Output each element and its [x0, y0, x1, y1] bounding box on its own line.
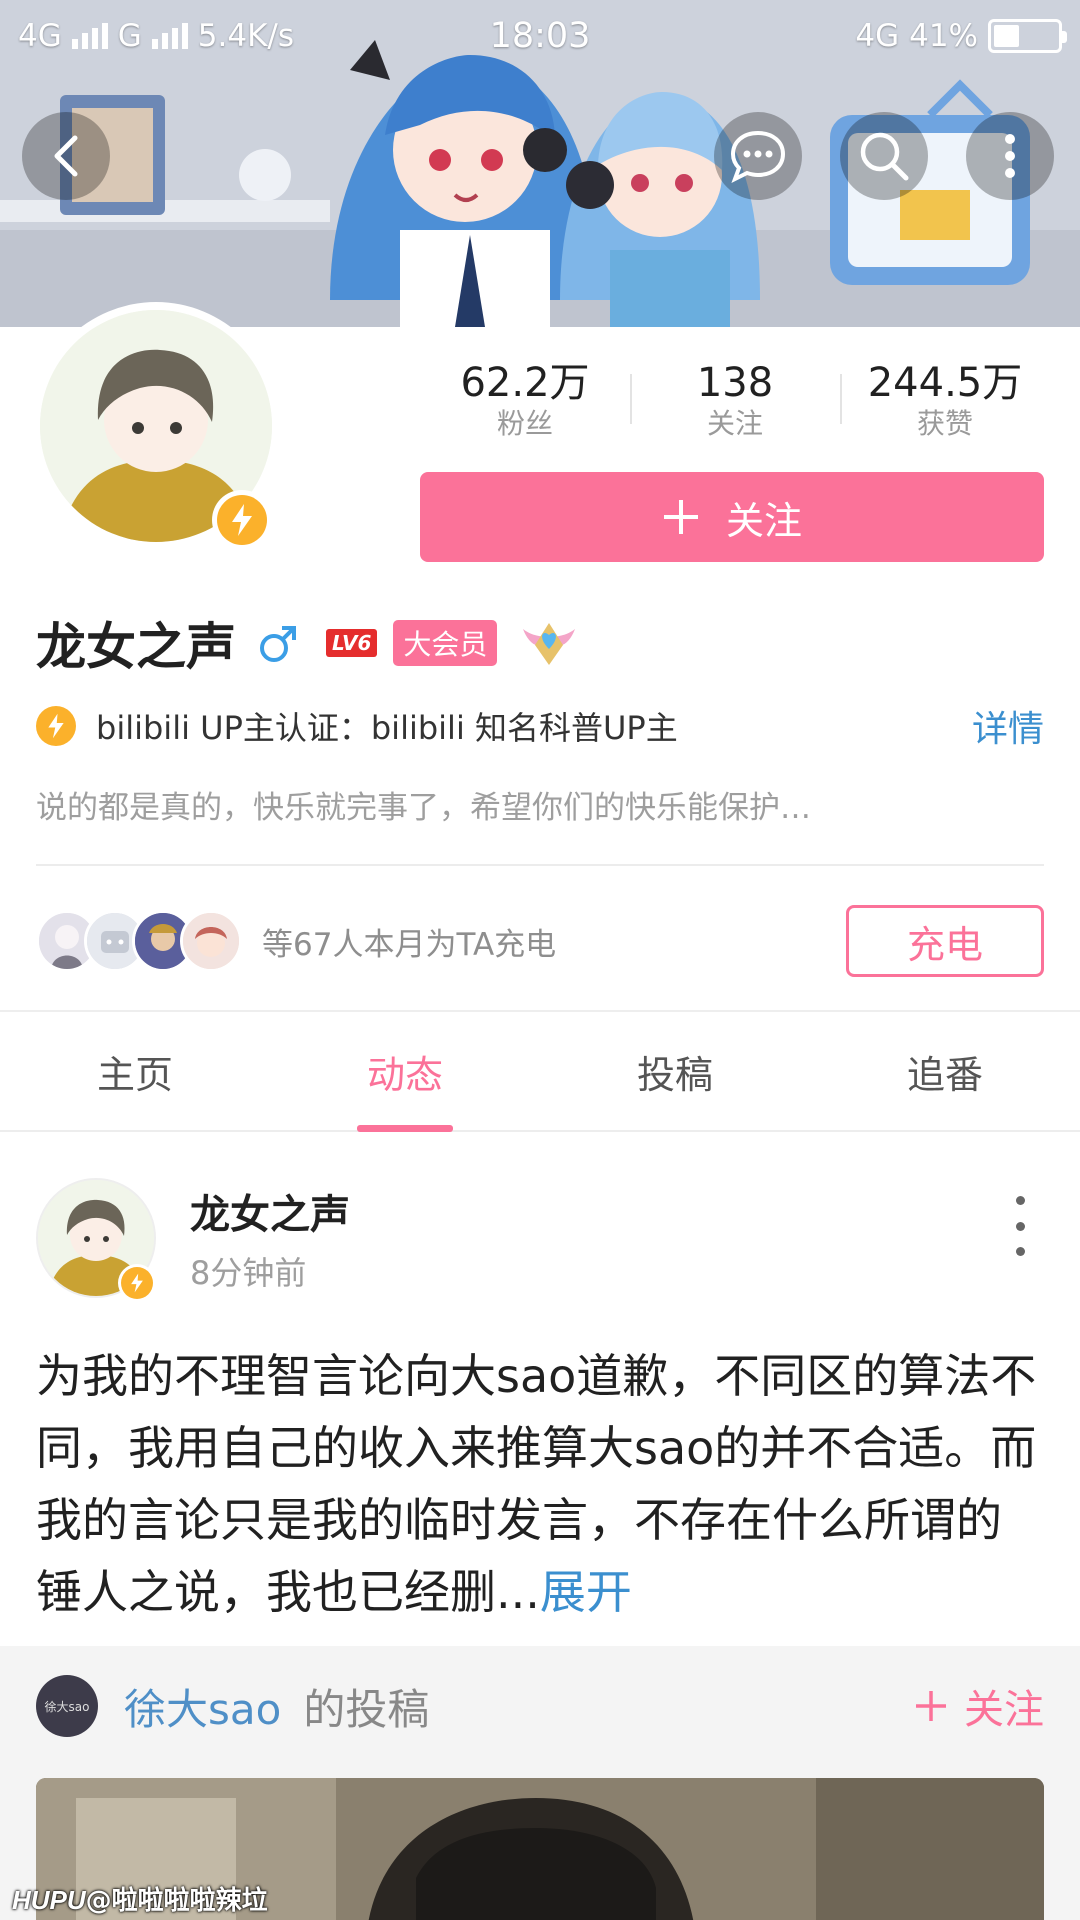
user-name: 龙女之声 [36, 618, 236, 676]
divider [36, 864, 1044, 866]
follow-button[interactable]: 关注 [420, 472, 1044, 562]
repost-suffix: 的投稿 [303, 1684, 430, 1734]
stat-likes: 244.5万 获赞 [840, 360, 1050, 442]
status-left: 4G G 5.4K/s [18, 18, 294, 54]
plus-icon [916, 1691, 946, 1721]
stat-following-value: 138 [696, 360, 774, 406]
medal-icon [523, 623, 576, 665]
post-verified-badge [118, 1264, 156, 1302]
stat-likes-value: 244.5万 [867, 360, 1023, 406]
status-bar: 4G G 5.4K/s 18:03 4G 41% [0, 0, 1080, 72]
post-time: 8分钟前 [190, 1254, 307, 1292]
repost-follow-button[interactable]: 关注 [914, 1677, 1044, 1735]
stat-fans-label: 粉丝 [496, 407, 553, 440]
male-gender-icon [260, 626, 296, 662]
network-type-label: 4G [18, 18, 62, 54]
charge-row: 等67人本月为TA充电 充电 [36, 900, 1044, 982]
stat-likes-label: 获赞 [916, 407, 973, 440]
post-more-button[interactable] [1000, 1196, 1040, 1256]
chat-bubble-icon [730, 130, 786, 184]
status-right: 4G 41% [855, 18, 1067, 54]
battery-percent: 41% [909, 18, 978, 54]
level-badge: LV6 [326, 629, 378, 657]
search-button[interactable] [840, 112, 928, 200]
lightning-icon [232, 504, 252, 536]
plus-icon [663, 500, 698, 534]
signal-icon [71, 23, 108, 49]
expand-link[interactable]: 展开 [540, 1565, 632, 1619]
battery-icon [988, 19, 1067, 53]
charger-avatar [180, 910, 242, 972]
back-button[interactable] [22, 112, 110, 200]
tab-home[interactable]: 主页 [0, 1012, 270, 1130]
verified-badge [212, 490, 272, 550]
verify-badge [36, 706, 76, 746]
battery-level [994, 25, 1019, 47]
watermark-brand: HUPU [12, 1885, 86, 1915]
charger-avatars[interactable] [36, 910, 242, 972]
search-icon [860, 132, 909, 181]
post-author-name[interactable]: 龙女之声 [190, 1182, 350, 1240]
watermark: HUPU@啦啦啦啦辣垃 [12, 1880, 268, 1917]
verification-text: bilibili UP主认证：bilibili 知名科普UP主 [96, 709, 678, 747]
stat-fans[interactable]: 62.2万 粉丝 [420, 360, 630, 442]
signature[interactable]: 说的都是真的，快乐就完事了，希望你们的快乐能保护… [36, 782, 1016, 827]
verification-row: bilibili UP主认证：bilibili 知名科普UP主 详情 [36, 702, 1044, 750]
repost-avatar[interactable]: 徐大sao [36, 1675, 98, 1737]
tab-anime[interactable]: 追番 [810, 1012, 1080, 1130]
stat-fans-value: 62.2万 [460, 360, 590, 406]
stat-following-label: 关注 [706, 407, 763, 440]
vip-badge: 大会员 [393, 620, 498, 666]
tab-uploads[interactable]: 投稿 [540, 1012, 810, 1130]
more-vertical-icon [1005, 134, 1015, 178]
post-author-avatar[interactable] [36, 1178, 160, 1302]
network-speed: 5.4K/s [197, 18, 295, 54]
watermark-handle: @啦啦啦啦辣垃 [85, 1886, 268, 1916]
message-button[interactable] [714, 112, 802, 200]
lightning-icon [131, 1273, 143, 1293]
network-type-right: 4G [855, 18, 900, 54]
network-type-label-2: G [117, 18, 142, 54]
profile-banner: 4G G 5.4K/s 18:03 4G 41% [0, 0, 1080, 327]
repost-header: 徐大sao 徐大sao 的投稿 关注 [36, 1674, 1044, 1738]
post-text: 为我的不理智言论向大sao道歉，不同区的算法不同，我用自己的收入来推算大sao的… [36, 1349, 1037, 1619]
repost-card[interactable]: 徐大sao 徐大sao 的投稿 关注 [0, 1646, 1080, 1920]
repost-follow-label: 关注 [964, 1687, 1044, 1733]
stat-following[interactable]: 138 关注 [630, 360, 840, 442]
profile-tabs: 主页 动态 投稿 追番 [0, 1012, 1080, 1132]
tab-dynamics[interactable]: 动态 [270, 1012, 540, 1132]
profile-stats: 62.2万 粉丝 138 关注 244.5万 获赞 [420, 360, 1050, 442]
profile-avatar[interactable] [32, 302, 280, 550]
post-content[interactable]: 为我的不理智言论向大sao道歉，不同区的算法不同，我用自己的收入来推算大sao的… [36, 1340, 1046, 1628]
follow-button-label: 关注 [725, 498, 802, 543]
more-options-button[interactable] [966, 112, 1054, 200]
back-arrow-icon [54, 135, 78, 177]
name-row: 龙女之声 LV6 大会员 [36, 612, 579, 676]
signal-icon-2 [151, 23, 188, 49]
detail-link[interactable]: 详情 [972, 700, 1044, 752]
lightning-icon [48, 713, 64, 739]
charge-text: 等67人本月为TA充电 [262, 926, 557, 963]
charge-button[interactable]: 充电 [846, 905, 1044, 977]
repost-user[interactable]: 徐大sao [124, 1676, 281, 1737]
